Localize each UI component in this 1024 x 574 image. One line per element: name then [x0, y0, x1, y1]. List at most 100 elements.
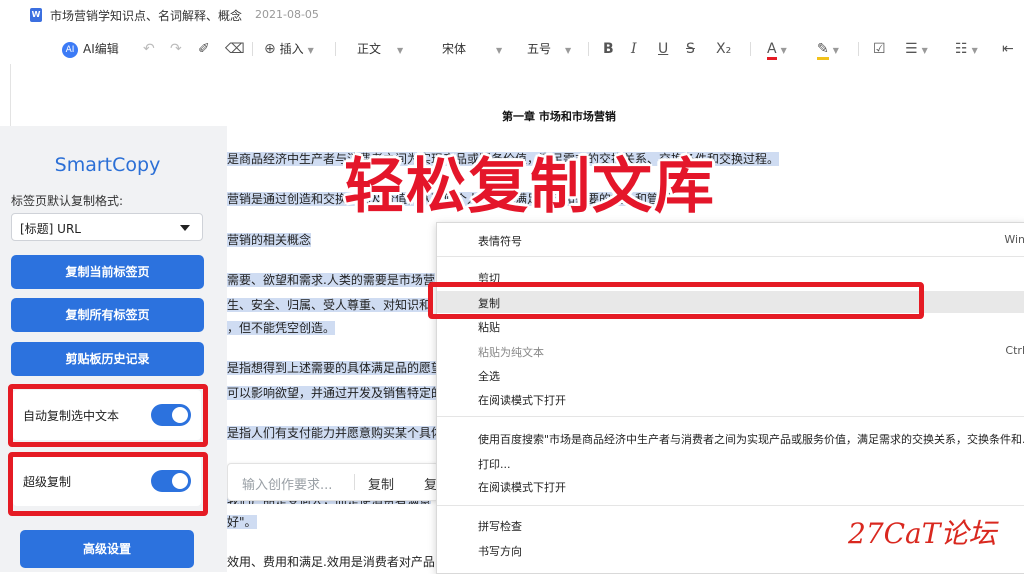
font-family-value: 宋体	[442, 42, 467, 56]
document-date: 2021-08-05	[255, 8, 319, 21]
document-line[interactable]: 需要、欲望和需求.人类的需要是市场营	[227, 271, 436, 288]
document-line-text: 好"。	[227, 515, 257, 529]
menu-item-select-all[interactable]: 全选	[478, 368, 500, 384]
menu-separator	[437, 256, 1024, 257]
promo-banner-text: 轻松复制文库	[344, 152, 716, 222]
prompt-input[interactable]: 输入创作要求...	[242, 474, 332, 493]
plus-circle-icon: ⊕	[264, 41, 276, 57]
highlighter-icon: ✎	[817, 41, 829, 60]
undo-icon[interactable]: ↶	[143, 34, 155, 64]
menu-shortcut-paste-plain: Ctrl	[1005, 344, 1024, 357]
copy-all-tabs-button[interactable]: 复制所有标签页	[11, 298, 204, 332]
forum-watermark: 27CaT论坛	[848, 517, 997, 550]
ai-edit-button[interactable]: AI AI编辑	[62, 34, 119, 64]
menu-item-reading-mode[interactable]: 在阅读模式下打开	[478, 392, 566, 408]
clipboard-history-button[interactable]: 剪贴板历史记录	[11, 342, 204, 376]
editor-toolbar: AI AI编辑 ↶ ↷ ✐ ⌫ ⊕ 插入 ▼ 正文 ▼ 宋体 ▼ 五号 ▼ B I U S…	[0, 34, 1024, 64]
page-edge	[10, 64, 11, 134]
document-line-text: 效用、费用和满足.效用是消费者对产品	[227, 555, 435, 569]
toolbar-divider	[750, 42, 751, 56]
strikethrough-icon[interactable]: S	[686, 34, 695, 64]
numbered-list-icon: ☷	[955, 41, 968, 57]
italic-icon[interactable]: I	[631, 34, 637, 64]
copy-format-label: 标签页默认复制格式:	[11, 194, 124, 208]
document-line-text: 生、安全、归属、受人尊重、对知识和	[227, 298, 432, 312]
document-line[interactable]: 营销的相关概念	[227, 231, 317, 248]
smartcopy-title: SmartCopy	[54, 154, 161, 176]
outdent-icon[interactable]: ⇤	[1002, 34, 1014, 64]
insert-label: 插入	[279, 42, 304, 56]
document-line[interactable]: 效用、费用和满足.效用是消费者对产品	[227, 553, 436, 570]
eraser-icon[interactable]: ⌫	[225, 34, 245, 64]
document-line[interactable]: 生、安全、归属、受人尊重、对知识和	[227, 296, 436, 313]
menu-item-writing-direction[interactable]: 书写方向	[478, 543, 522, 559]
highlight-box-copy-item	[428, 282, 924, 319]
font-family-select[interactable]: 宋体 ▼	[442, 34, 502, 64]
bullet-list-icon: ☰	[905, 41, 918, 57]
numbered-list-button[interactable]: ☷ ▼	[955, 34, 978, 64]
underline-icon[interactable]: U	[658, 34, 668, 64]
chevron-down-icon: ▼	[832, 46, 839, 55]
font-size-value: 五号	[527, 42, 552, 56]
copy-format-select[interactable]: [标题] URL	[11, 213, 203, 241]
chevron-down-icon: ▼	[496, 46, 503, 55]
format-painter-icon[interactable]: ✐	[198, 34, 210, 64]
paragraph-style-select[interactable]: 正文 ▼	[357, 34, 403, 64]
toolbar-divider	[588, 42, 589, 56]
copy-current-tab-button[interactable]: 复制当前标签页	[11, 255, 204, 289]
font-color-icon: A	[767, 41, 777, 60]
menu-item-baidu-search[interactable]: 使用百度搜索"市场是商品经济中生产者与消费者之间为实现产品或服务价值，满足需求的…	[478, 431, 1024, 447]
menu-item-emoji[interactable]: 表情符号	[478, 233, 522, 249]
bold-icon[interactable]: B	[603, 34, 614, 64]
insert-menu[interactable]: ⊕ 插入 ▼	[264, 34, 314, 64]
document-line-text: 可以影响欲望，并通过开发及销售特定的	[227, 386, 436, 400]
ai-prompt-bar: 输入创作要求... 复制 复	[227, 463, 439, 501]
document-titlebar: W 市场营销学知识点、名词解释、概念 2021-08-05	[0, 0, 1024, 32]
toolbar-divider	[252, 42, 253, 56]
paragraph-style-value: 正文	[357, 42, 382, 56]
document-title[interactable]: 市场营销学知识点、名词解释、概念	[50, 7, 242, 24]
menu-item-reading-mode-2[interactable]: 在阅读模式下打开	[478, 479, 566, 495]
caret-down-icon	[180, 225, 190, 231]
chevron-down-icon: ▼	[397, 46, 404, 55]
menu-separator	[437, 505, 1024, 506]
bullet-list-button[interactable]: ☰ ▼	[905, 34, 928, 64]
menu-item-spellcheck[interactable]: 拼写检查	[478, 518, 522, 534]
font-size-select[interactable]: 五号 ▼	[527, 34, 571, 64]
document-line-text: 是指人们有支付能力并愿意购买某个具体	[227, 426, 436, 440]
subscript-icon[interactable]: X₂	[716, 34, 731, 64]
toolbar-divider	[858, 42, 859, 56]
ai-icon: AI	[62, 41, 78, 58]
advanced-settings-button[interactable]: 高级设置	[20, 530, 194, 568]
prompt-divider	[354, 474, 355, 490]
menu-item-print[interactable]: 打印...	[478, 456, 511, 472]
prompt-copy-button[interactable]: 复制	[368, 474, 394, 493]
font-color-button[interactable]: A ▼	[767, 34, 787, 64]
checklist-icon[interactable]: ☑	[873, 34, 886, 64]
word-doc-icon: W	[30, 8, 42, 22]
document-line[interactable]: 可以影响欲望，并通过开发及销售特定的	[227, 384, 436, 401]
document-line-text: ，但不能凭空创造。	[227, 321, 336, 335]
document-line[interactable]: ，但不能凭空创造。	[227, 319, 436, 336]
menu-item-paste-plain[interactable]: 粘贴为纯文本	[478, 344, 544, 360]
ai-edit-label: AI编辑	[83, 42, 119, 56]
redo-icon[interactable]: ↷	[170, 34, 182, 64]
document-line-text: 需要、欲望和需求.人类的需要是市场营	[227, 273, 435, 287]
chevron-down-icon: ▼	[971, 46, 978, 55]
document-line-text: 营销的相关概念	[227, 233, 312, 247]
document-line[interactable]: 是指人们有支付能力并愿意购买某个具体	[227, 424, 436, 441]
chevron-down-icon: ▼	[565, 46, 572, 55]
highlight-box-auto-copy	[8, 384, 208, 447]
menu-shortcut-emoji: Win	[1004, 233, 1024, 246]
chevron-down-icon: ▼	[780, 46, 787, 55]
highlight-color-button[interactable]: ✎ ▼	[817, 34, 839, 64]
menu-separator	[437, 416, 1024, 417]
highlight-box-super-copy	[8, 452, 208, 516]
chevron-down-icon: ▼	[921, 46, 928, 55]
document-line[interactable]: 好"。	[227, 513, 436, 530]
document-line-text: 是指想得到上述需要的具体满足品的愿望	[227, 361, 436, 375]
menu-item-paste[interactable]: 粘贴	[478, 319, 500, 335]
chapter-heading: 第一章 市场和市场营销	[502, 110, 616, 123]
copy-format-value: [标题] URL	[20, 222, 81, 236]
document-line[interactable]: 是指想得到上述需要的具体满足品的愿望	[227, 359, 436, 376]
